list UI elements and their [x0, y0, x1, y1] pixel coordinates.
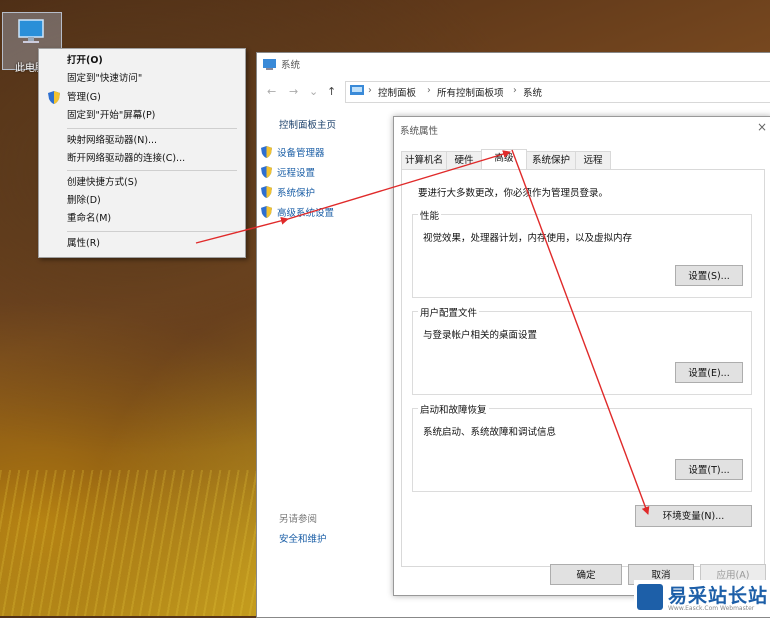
up-arrow-icon[interactable]: ↑ [327, 85, 336, 98]
address-bar-row: ← → ⌄ ↑ › 控制面板 › 所有控制面板项 › 系统 [261, 81, 770, 103]
menu-item-disconnect-drive[interactable]: 断开网络驱动器的连接(C)... [39, 150, 245, 167]
computer-icon [18, 19, 44, 43]
watermark-title: 易采站长站 [668, 585, 769, 607]
menu-separator [67, 128, 237, 129]
menu-item-pin-quick-access[interactable]: 固定到"快速访问" [39, 70, 245, 87]
group-label: 用户配置文件 [418, 305, 480, 319]
remote-settings-link[interactable]: 远程设置 [261, 165, 315, 179]
system-protection-link[interactable]: 系统保护 [261, 185, 315, 199]
menu-separator [67, 170, 237, 171]
group-label: 启动和故障恢复 [418, 402, 489, 416]
back-arrow-icon[interactable]: ← [267, 85, 276, 98]
menu-item-pin-start[interactable]: 固定到"开始"屏幕(P) [39, 107, 245, 124]
menu-separator [67, 231, 237, 232]
site-watermark: 易采站长站 Www.Easck.Com Webmaster [634, 580, 770, 616]
performance-settings-button[interactable]: 设置(S)... [675, 265, 743, 286]
tab-computer-name[interactable]: 计算机名 [401, 151, 447, 169]
uac-shield-icon [261, 166, 272, 178]
uac-shield-icon [261, 146, 272, 158]
uac-shield-icon [48, 91, 60, 104]
breadcrumb-sep-icon: › [427, 85, 431, 96]
user-profiles-group: 用户配置文件 与登录帐户相关的桌面设置 设置(E)... [412, 305, 752, 395]
breadcrumb-sep-icon: › [368, 85, 372, 96]
breadcrumb-sep-icon: › [513, 85, 517, 96]
uac-shield-icon [261, 186, 272, 198]
recent-dropdown-icon[interactable]: ⌄ [309, 85, 318, 98]
control-panel-icon [350, 85, 364, 95]
performance-group: 性能 视觉效果，处理器计划，内存使用，以及虚拟内存 设置(S)... [412, 208, 752, 298]
menu-item-rename[interactable]: 重命名(M) [39, 210, 245, 227]
menu-item-open[interactable]: 打开(O) [39, 52, 245, 69]
tab-system-protection[interactable]: 系统保护 [526, 151, 576, 169]
breadcrumb-system[interactable]: 系统 [523, 85, 542, 99]
site-logo-icon [637, 584, 663, 610]
forward-arrow-icon[interactable]: → [289, 85, 298, 98]
window-title: 系统 [281, 60, 301, 71]
tab-remote[interactable]: 远程 [575, 151, 611, 169]
breadcrumb-control-panel[interactable]: 控制面板 [378, 85, 416, 99]
watermark-subtitle: Www.Easck.Com Webmaster [668, 605, 755, 612]
see-also-header: 另请参阅 [279, 514, 318, 525]
control-panel-home-link[interactable]: 控制面板主页 [279, 117, 336, 131]
security-maintenance-link[interactable]: 安全和维护 [279, 531, 327, 545]
uac-shield-icon [261, 206, 272, 218]
user-profiles-settings-button[interactable]: 设置(E)... [675, 362, 743, 383]
address-box[interactable]: › 控制面板 › 所有控制面板项 › 系统 [345, 81, 770, 103]
menu-item-properties[interactable]: 属性(R) [39, 235, 245, 252]
menu-item-create-shortcut[interactable]: 创建快捷方式(S) [39, 174, 245, 191]
group-desc: 视觉效果，处理器计划，内存使用，以及虚拟内存 [423, 233, 633, 244]
tab-hardware[interactable]: 硬件 [446, 151, 482, 169]
startup-recovery-group: 启动和故障恢复 系统启动、系统故障和调试信息 设置(T)... [412, 402, 752, 492]
tab-advanced[interactable]: 高级 [481, 149, 527, 170]
group-label: 性能 [418, 208, 442, 222]
context-menu: 打开(O) 固定到"快速访问" 管理(G) 固定到"开始"屏幕(P) 映射网络驱… [38, 48, 246, 258]
device-manager-link[interactable]: 设备管理器 [261, 145, 325, 159]
startup-recovery-settings-button[interactable]: 设置(T)... [675, 459, 743, 480]
menu-item-map-drive[interactable]: 映射网络驱动器(N)... [39, 132, 245, 149]
group-desc: 系统启动、系统故障和调试信息 [423, 427, 557, 438]
system-properties-dialog: 系统属性 × 计算机名 硬件 高级 系统保护 远程 要进行大多数更改，你必须作为… [393, 116, 770, 596]
dialog-title: 系统属性 [400, 126, 439, 137]
advanced-tab-panel: 要进行大多数更改，你必须作为管理员登录。 性能 视觉效果，处理器计划，内存使用，… [401, 169, 765, 567]
close-icon[interactable]: × [757, 120, 767, 134]
breadcrumb-all-items[interactable]: 所有控制面板项 [437, 85, 504, 99]
menu-item-delete[interactable]: 删除(D) [39, 192, 245, 209]
advanced-system-settings-link[interactable]: 高级系统设置 [261, 205, 334, 219]
group-desc: 与登录帐户相关的桌面设置 [423, 330, 538, 341]
ok-button[interactable]: 确定 [550, 564, 622, 585]
environment-variables-button[interactable]: 环境变量(N)... [635, 505, 752, 527]
admin-note: 要进行大多数更改，你必须作为管理员登录。 [418, 188, 609, 199]
menu-item-manage[interactable]: 管理(G) [39, 89, 245, 106]
